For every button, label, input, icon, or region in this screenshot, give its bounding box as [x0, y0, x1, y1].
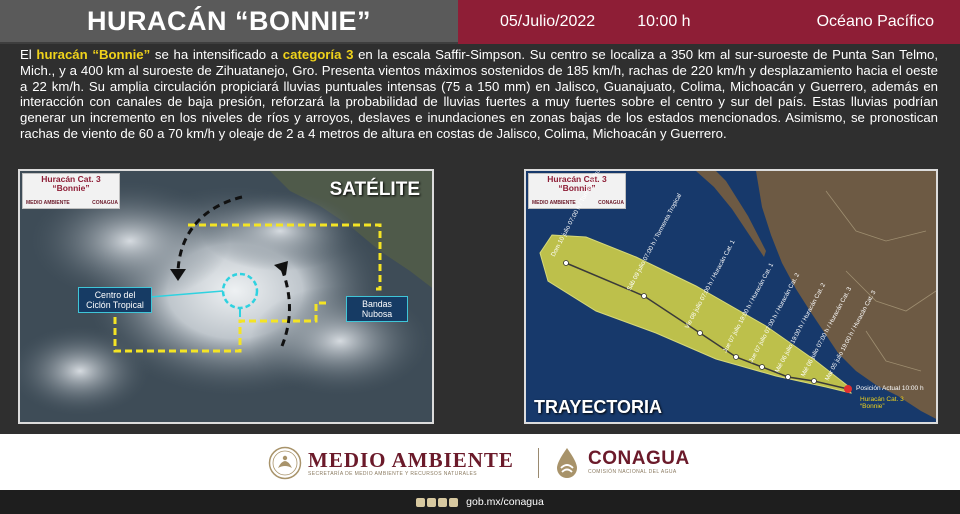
badge-title-text: Huracán Cat. 3 “Bonnie” [41, 174, 101, 193]
satellite-panel: Huracán Cat. 3 “Bonnie” MEDIO AMBIENTE C… [18, 169, 434, 424]
conagua-drop-icon [557, 448, 577, 478]
eagle-seal-icon [268, 446, 302, 480]
conagua-logo: CONAGUA COMISIÓN NACIONAL DEL AGUA [552, 446, 690, 478]
header: HURACÁN “BONNIE” 05/Julio/2022 10:00 h O… [0, 0, 960, 44]
info-bar: 05/Julio/2022 10:00 h Océano Pacífico [458, 0, 960, 44]
trajectory-panel: Huracán Cat. 3 “Bonnie” MEDIO AMBIENTE C… [524, 169, 938, 424]
cyclone-center-tag: Centro del Ciclón Tropical [78, 287, 152, 313]
desc-text: se ha intensificado a [150, 47, 283, 62]
website-link[interactable]: gob.mx/conagua [466, 496, 544, 508]
conagua-subtitle: COMISIÓN NACIONAL DEL AGUA [588, 469, 677, 475]
conagua-title: CONAGUA [588, 448, 690, 469]
badge-logos: MEDIO AMBIENTE CONAGUA [26, 200, 118, 206]
badge-title: Huracán Cat. 3 “Bonnie” [529, 175, 625, 193]
desc-text: El [20, 47, 37, 62]
bulletin-description: El huracán “Bonnie” se ha intensificado … [20, 47, 938, 142]
cloud-bands-tag: Bandas Nubosa [346, 296, 408, 322]
hurricane-badge: Huracán Cat. 3 “Bonnie” MEDIO AMBIENTE C… [22, 173, 120, 209]
badge-title: Huracán Cat. 3 “Bonnie” [23, 175, 119, 193]
trajectory-label: TRAYECTORIA [534, 397, 663, 417]
title-bar: HURACÁN “BONNIE” [0, 0, 458, 44]
desc-highlight-name: huracán “Bonnie” [36, 47, 151, 62]
badge-logo-medio-ambiente: MEDIO AMBIENTE [532, 200, 576, 206]
facebook-icon[interactable] [416, 497, 426, 507]
bulletin-date: 05/Julio/2022 [500, 13, 596, 30]
badge-logo-conagua: CONAGUA [598, 200, 624, 206]
ocean-region: Océano Pacífico [816, 13, 934, 30]
youtube-icon[interactable] [438, 497, 448, 507]
page-title: HURACÁN “BONNIE” [87, 5, 371, 36]
twitter-icon[interactable] [427, 497, 437, 507]
badge-logo-medio-ambiente: MEDIO AMBIENTE [26, 200, 70, 206]
medio-ambiente-title: MEDIO AMBIENTE [308, 448, 514, 472]
instagram-icon[interactable] [449, 497, 459, 507]
social-bar: gob.mx/conagua [0, 490, 960, 514]
desc-highlight-category: categoría 3 [282, 47, 354, 62]
satellite-label: SATÉLITE [329, 179, 420, 200]
badge-logo-conagua: CONAGUA [92, 200, 118, 206]
footer: MEDIO AMBIENTE SECRETARÍA DE MEDIO AMBIE… [0, 434, 960, 490]
current-storm-name: Huracán Cat. 3 “Bonnie” [860, 396, 904, 410]
bulletin-time: 10:00 h [637, 13, 691, 30]
footer-divider [538, 448, 539, 478]
current-position-label: Posición Actual 10:00 h [856, 385, 924, 392]
cloud-bands-text: Bandas Nubosa [361, 299, 393, 319]
cyclone-center-text: Centro del Ciclón Tropical [86, 290, 144, 310]
medio-ambiente-logo: MEDIO AMBIENTE SECRETARÍA DE MEDIO AMBIE… [268, 446, 514, 480]
